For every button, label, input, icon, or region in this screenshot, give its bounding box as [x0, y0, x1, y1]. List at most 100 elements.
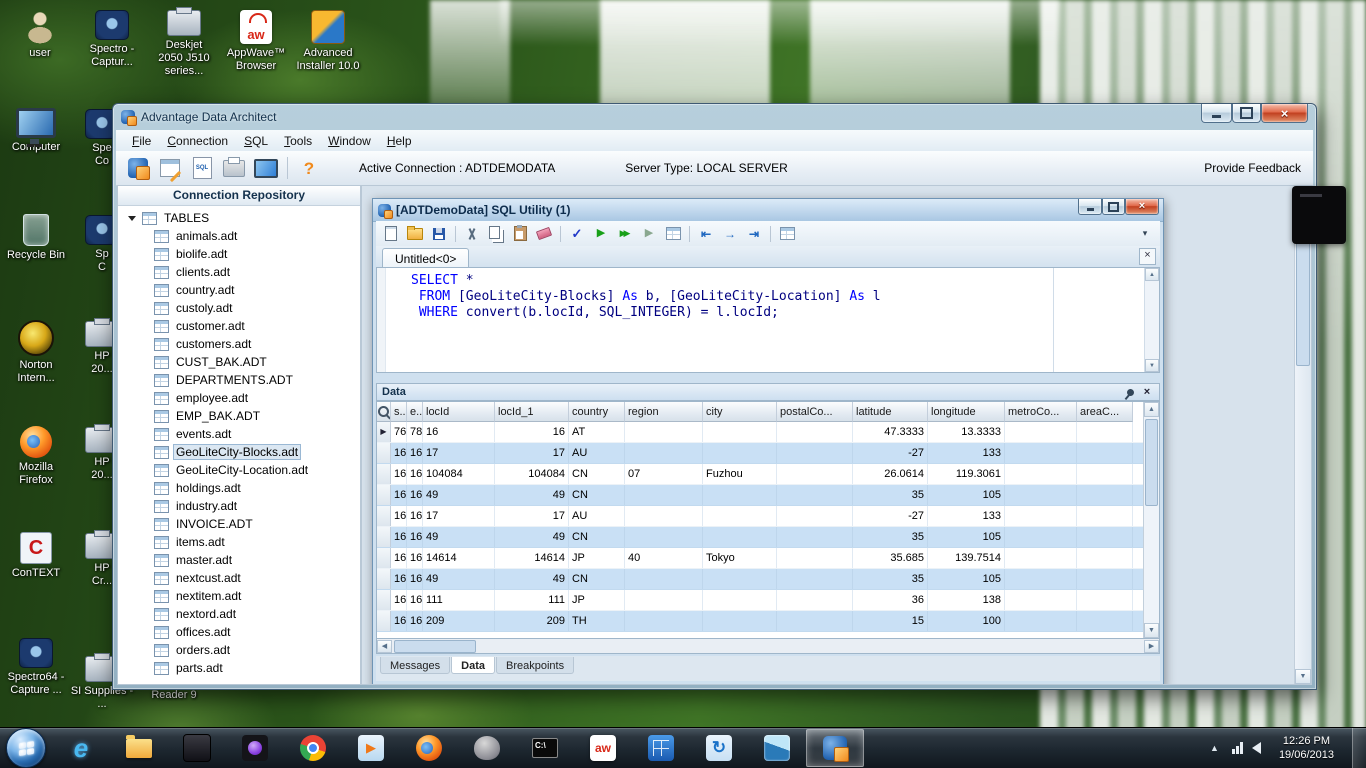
grid-cell[interactable]: -27 [853, 443, 928, 463]
grid-cell[interactable] [625, 443, 703, 463]
table-designer-button[interactable] [154, 154, 186, 182]
execute-sql-button[interactable]: ▶ [590, 224, 612, 244]
grid-cell[interactable] [625, 422, 703, 442]
taskbar-media-app[interactable]: ▶ [342, 729, 400, 767]
grid-cell[interactable] [703, 443, 777, 463]
grid-cell[interactable]: 16 [407, 590, 423, 610]
paste-button[interactable] [509, 224, 531, 244]
table-row[interactable]: 16164949CN35105 [377, 569, 1159, 590]
grid-cell[interactable] [777, 527, 853, 547]
minimize-button[interactable] [1201, 104, 1232, 123]
grid-cell[interactable]: 119.3061 [928, 464, 1005, 484]
grid-cell[interactable]: 100 [928, 611, 1005, 631]
mdi-vertical-scrollbar[interactable]: ▲ ▼ [1294, 186, 1311, 684]
column-header-e[interactable]: e... [407, 402, 423, 422]
editor-scrollbar[interactable]: ▲ ▼ [1144, 268, 1159, 372]
grid-cell[interactable] [1077, 569, 1133, 589]
grid-cell[interactable]: AU [569, 443, 625, 463]
desktop-icon-appwave-browser[interactable]: awAppWave™ Browser [224, 10, 288, 73]
editor-splitter[interactable] [1053, 268, 1054, 372]
desktop-icon-advanced-installer-10-0[interactable]: Advanced Installer 10.0 [296, 10, 360, 73]
pin-icon[interactable] [1126, 387, 1136, 397]
grid-cell[interactable]: 07 [625, 464, 703, 484]
desktop-icon-recycle-bin[interactable]: Recycle Bin [4, 214, 68, 262]
grid-cell[interactable] [1005, 443, 1077, 463]
grid-cell[interactable]: 16 [391, 443, 407, 463]
grid-cell[interactable] [703, 611, 777, 631]
column-header-latitude[interactable]: latitude [853, 402, 928, 422]
grid-cell[interactable]: Fuzhou [703, 464, 777, 484]
grid-cell[interactable]: 17 [423, 506, 495, 526]
grid-cell[interactable] [625, 569, 703, 589]
grid-cell[interactable]: 49 [495, 485, 569, 505]
grid-cell[interactable]: 16 [391, 548, 407, 568]
volume-icon[interactable] [1252, 742, 1261, 754]
goto-next-button[interactable]: → [719, 224, 741, 244]
row-selector[interactable] [377, 464, 391, 484]
grid-cell[interactable]: TH [569, 611, 625, 631]
grid-cell[interactable]: 16 [391, 464, 407, 484]
table-row[interactable]: 1616111111JP36138 [377, 590, 1159, 611]
scroll-right-icon[interactable]: ▶ [1144, 640, 1159, 653]
provide-feedback-link[interactable]: Provide Feedback [1204, 161, 1301, 175]
menu-connection[interactable]: Connection [159, 131, 236, 151]
grid-cell[interactable] [777, 443, 853, 463]
grid-cell[interactable]: 35.685 [853, 548, 928, 568]
table-row[interactable]: 16161461414614JP40Tokyo35.685139.7514 [377, 548, 1159, 569]
taskbar-appwave[interactable]: aw [574, 729, 632, 767]
grid-cell[interactable]: 17 [423, 443, 495, 463]
grid-cell[interactable]: 16 [407, 506, 423, 526]
grid-cell[interactable]: JP [569, 548, 625, 568]
grid-cell[interactable]: 26.0614 [853, 464, 928, 484]
tree-item-biolife-adt[interactable]: biolife.adt [118, 245, 360, 263]
maximize-button[interactable] [1232, 104, 1261, 123]
tree-item-events-adt[interactable]: events.adt [118, 425, 360, 443]
sql-close-button[interactable]: × [1125, 199, 1159, 215]
grid-cell[interactable]: 16 [391, 485, 407, 505]
taskbar-internet-explorer[interactable]: e [52, 729, 110, 767]
table-row[interactable]: 16164949CN35105 [377, 527, 1159, 548]
grid-cell[interactable]: 104084 [495, 464, 569, 484]
tree-root-tables[interactable]: TABLES [118, 209, 360, 227]
grid-cell[interactable] [1077, 443, 1133, 463]
show-desktop-button[interactable] [1352, 728, 1366, 768]
column-header-longitude[interactable]: longitude [928, 402, 1005, 422]
show-plan-button[interactable] [662, 224, 684, 244]
connection-button[interactable] [122, 154, 154, 182]
row-selector[interactable] [377, 611, 391, 631]
grid-cell[interactable]: -27 [853, 506, 928, 526]
column-header-postalco[interactable]: postalCo... [777, 402, 853, 422]
row-selector[interactable] [377, 506, 391, 526]
grid-cell[interactable] [777, 422, 853, 442]
grid-cell[interactable] [777, 548, 853, 568]
grid-cell[interactable]: 16 [407, 485, 423, 505]
taskbar-app-purple[interactable] [226, 729, 284, 767]
scroll-up-icon[interactable]: ▲ [1145, 268, 1159, 281]
row-selector[interactable]: ▶ [377, 422, 391, 442]
grid-cell[interactable]: 16 [407, 527, 423, 547]
grid-cell[interactable]: 16 [407, 548, 423, 568]
column-header-city[interactable]: city [703, 402, 777, 422]
grid-cell[interactable] [625, 611, 703, 631]
tab-breakpoints[interactable]: Breakpoints [496, 657, 574, 674]
grid-cell[interactable]: 138 [928, 590, 1005, 610]
column-header-metroco[interactable]: metroCo... [1005, 402, 1077, 422]
grid-cell[interactable] [625, 527, 703, 547]
goto-first-button[interactable]: ⇤ [695, 224, 717, 244]
menu-help[interactable]: Help [379, 131, 420, 151]
grid-cell[interactable]: 16 [495, 422, 569, 442]
verify-sql-button[interactable]: ✓ [566, 224, 588, 244]
grid-cell[interactable]: 16 [391, 527, 407, 547]
row-selector[interactable] [377, 569, 391, 589]
scroll-down-icon[interactable]: ▼ [1295, 669, 1311, 684]
tree-item-nextord-adt[interactable]: nextord.adt [118, 605, 360, 623]
toolbar-options-button[interactable]: ▾ [1134, 224, 1156, 244]
network-icon[interactable] [1232, 742, 1243, 754]
grid-cell[interactable] [777, 485, 853, 505]
grid-cell[interactable]: 105 [928, 485, 1005, 505]
sql-editor[interactable]: SELECT * FROM [GeoLiteCity-Blocks] As b,… [376, 267, 1160, 373]
grid-cell[interactable] [1005, 569, 1077, 589]
grid-cell[interactable]: 15 [853, 611, 928, 631]
table-row[interactable]: 1616209209TH15100 [377, 611, 1159, 632]
tree-item-geolitecity-location-adt[interactable]: GeoLiteCity-Location.adt [118, 461, 360, 479]
